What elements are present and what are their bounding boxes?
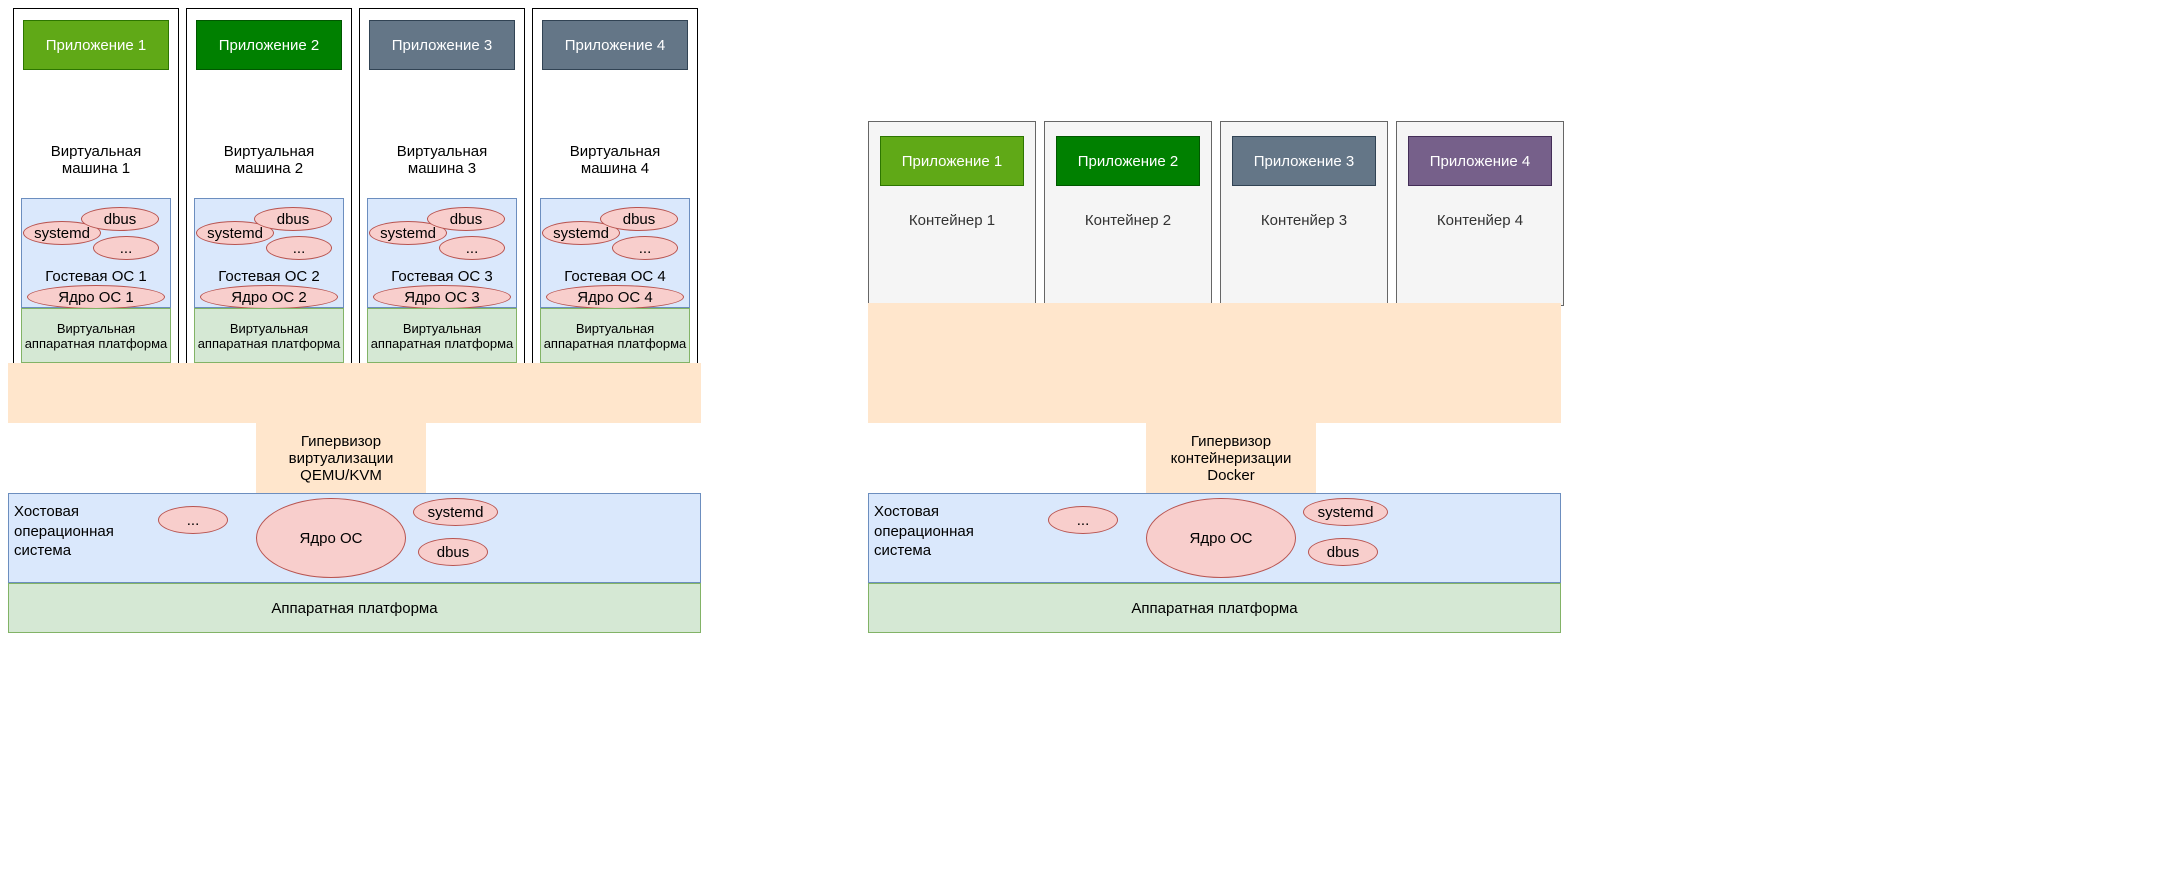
host-dots-right: ...: [1048, 506, 1118, 534]
guest-dbus-4: dbus: [600, 207, 678, 231]
guest-os-label-2: Гостевая ОС 2: [194, 266, 344, 286]
guest-dots-2: ...: [266, 236, 332, 260]
vm-label-4: Виртуальная машина 4: [540, 140, 690, 180]
app-box-4: Приложение 4: [542, 20, 688, 70]
virtual-hw-box-2: Виртуальная аппаратная платформа: [194, 308, 344, 363]
host-os-label-left: Хостовая операционная система: [14, 502, 144, 561]
container-name-1: Контейнер 1: [878, 208, 1026, 232]
container-app-box-4: Приложение 4: [1408, 136, 1552, 186]
container-name-3: Контенйер 3: [1230, 208, 1378, 232]
app-label-1: Приложение 1: [46, 37, 147, 54]
host-os-label-right: Хостовая операционная система: [874, 502, 1004, 561]
app-box-3: Приложение 3: [369, 20, 515, 70]
guest-os-label-4: Гостевая ОС 4: [540, 266, 690, 286]
guest-dbus-1: dbus: [81, 207, 159, 231]
guest-kernel-3: Ядро ОС 3: [373, 285, 511, 309]
hypervisor-box-left: Гипервизор виртуализации QEMU/KVM: [256, 423, 426, 493]
host-kernel-right: Ядро ОС: [1146, 498, 1296, 578]
container-app-box-1: Приложение 1: [880, 136, 1024, 186]
app-box-2: Приложение 2: [196, 20, 342, 70]
host-systemd-right: systemd: [1303, 498, 1388, 526]
guest-kernel-1: Ядро ОС 1: [27, 285, 165, 309]
guest-dbus-2: dbus: [254, 207, 332, 231]
hypervisor-bar-right: [868, 303, 1561, 423]
host-dots-left: ...: [158, 506, 228, 534]
hardware-box-left: Аппаратная платформа: [8, 583, 701, 633]
container-app-label-2: Приложение 2: [1078, 153, 1179, 170]
guest-dots-4: ...: [612, 236, 678, 260]
container-name-2: Контейнер 2: [1054, 208, 1202, 232]
host-dbus-left: dbus: [418, 538, 488, 566]
container-app-label-4: Приложение 4: [1430, 153, 1531, 170]
host-systemd-left: systemd: [413, 498, 498, 526]
diagram-canvas: Приложение 1 Виртуальная машина 1 Гостев…: [8, 8, 2154, 874]
app-label-4: Приложение 4: [565, 37, 666, 54]
hypervisor-box-right: Гипервизор контейнеризации Docker: [1146, 423, 1316, 493]
hypervisor-label-left: Гипервизор виртуализации QEMU/KVM: [257, 433, 425, 484]
host-dbus-right: dbus: [1308, 538, 1378, 566]
host-kernel-left: Ядро ОС: [256, 498, 406, 578]
virtual-hw-box-1: Виртуальная аппаратная платформа: [21, 308, 171, 363]
container-app-label-3: Приложение 3: [1254, 153, 1355, 170]
guest-dots-1: ...: [93, 236, 159, 260]
hypervisor-label-right: Гипервизор контейнеризации Docker: [1147, 433, 1315, 484]
container-name-4: Контенйер 4: [1406, 208, 1554, 232]
guest-dots-3: ...: [439, 236, 505, 260]
app-label-3: Приложение 3: [392, 37, 493, 54]
hypervisor-bar-left: [8, 363, 701, 423]
guest-kernel-4: Ядро ОС 4: [546, 285, 684, 309]
vm-label-3: Виртуальная машина 3: [367, 140, 517, 180]
vm-label-2: Виртуальная машина 2: [194, 140, 344, 180]
virtual-hw-box-4: Виртуальная аппаратная платформа: [540, 308, 690, 363]
app-box-1: Приложение 1: [23, 20, 169, 70]
hardware-box-right: Аппаратная платформа: [868, 583, 1561, 633]
container-app-label-1: Приложение 1: [902, 153, 1003, 170]
app-label-2: Приложение 2: [219, 37, 320, 54]
container-app-box-2: Приложение 2: [1056, 136, 1200, 186]
guest-os-label-1: Гостевая ОС 1: [21, 266, 171, 286]
guest-kernel-2: Ядро ОС 2: [200, 285, 338, 309]
container-app-box-3: Приложение 3: [1232, 136, 1376, 186]
guest-os-label-3: Гостевая ОС 3: [367, 266, 517, 286]
virtual-hw-box-3: Виртуальная аппаратная платформа: [367, 308, 517, 363]
vm-label-1: Виртуальная машина 1: [21, 140, 171, 180]
guest-dbus-3: dbus: [427, 207, 505, 231]
